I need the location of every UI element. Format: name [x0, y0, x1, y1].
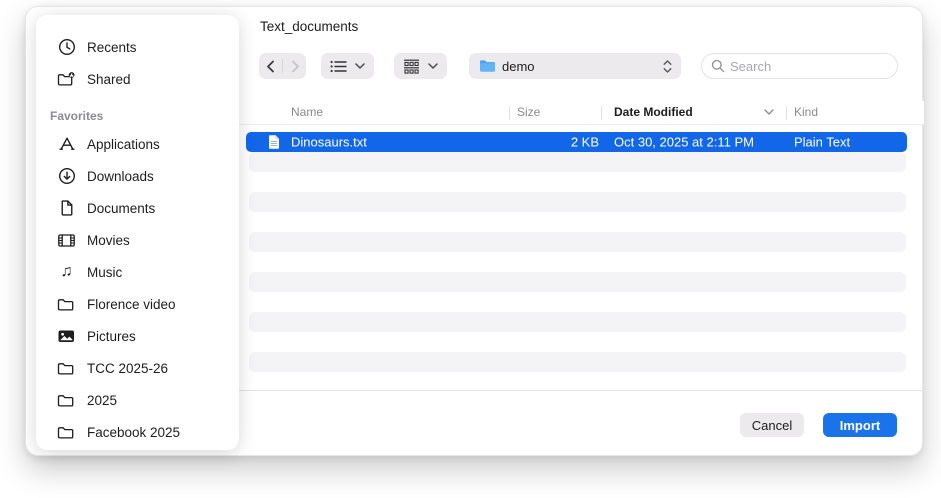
sidebar-item-florence-video[interactable]: Florence video: [36, 288, 239, 320]
table-row-empty: [249, 272, 906, 292]
sidebar-item-label: TCC 2025-26: [87, 360, 169, 376]
group-view-button[interactable]: [394, 53, 447, 79]
sidebar-item-2025[interactable]: 2025: [36, 384, 239, 416]
sidebar-item-applications[interactable]: Applications: [36, 128, 239, 160]
table-row-selected[interactable]: Dinosaurs.txt 2 KB Oct 30, 2025 at 2:11 …: [246, 132, 907, 152]
nav-divider: [282, 59, 283, 73]
file-kind: Plain Text: [794, 134, 851, 150]
table-row-empty: [249, 312, 906, 332]
document-icon: [57, 199, 76, 218]
sidebar-item-label: Florence video: [87, 296, 176, 312]
import-button[interactable]: Import: [823, 413, 897, 437]
file-size: 2 KB: [570, 134, 599, 150]
file-name: Dinosaurs.txt: [291, 134, 367, 150]
column-header-kind[interactable]: Kind: [794, 105, 818, 119]
cancel-button[interactable]: Cancel: [740, 413, 804, 437]
back-button[interactable]: [261, 53, 279, 79]
search-icon: [711, 59, 725, 73]
sidebar-item-pictures[interactable]: Pictures: [36, 320, 239, 352]
sidebar-item-downloads[interactable]: Downloads: [36, 160, 239, 192]
clock-icon: [57, 38, 76, 57]
sidebar: Recents Shared Favorites Applications Dow…: [36, 15, 239, 450]
sidebar-item-shared[interactable]: Shared: [36, 63, 239, 95]
up-down-chevron-icon: [663, 59, 672, 73]
sidebar-item-label: 2025: [87, 392, 118, 408]
column-header-size[interactable]: Size: [517, 105, 540, 119]
list-view-icon: [330, 60, 347, 73]
table-header: Name Size Date Modified Kind: [239, 101, 924, 125]
film-icon: [57, 231, 76, 250]
folder-icon: [479, 59, 496, 73]
dialog-title: Text_documents: [260, 19, 359, 34]
folder-icon: [57, 423, 76, 442]
sort-chevron-icon: [764, 109, 774, 115]
chevron-down-icon: [355, 63, 365, 69]
location-popup[interactable]: demo: [469, 53, 681, 79]
table-row-empty: [249, 192, 906, 212]
group-view-icon: [403, 59, 420, 74]
file-import-dialog: Recents Shared Favorites Applications Dow…: [25, 6, 924, 456]
column-divider[interactable]: [786, 106, 787, 120]
sidebar-item-label: Recents: [87, 39, 137, 55]
music-note-icon: ♫: [60, 263, 73, 280]
photo-icon: [57, 327, 76, 346]
search-placeholder: Search: [730, 58, 772, 74]
table-row-empty: [249, 152, 906, 172]
sidebar-item-facebook-2025[interactable]: Facebook 2025: [36, 416, 239, 448]
nav-button-group: [259, 53, 306, 79]
sidebar-item-label: Shared: [87, 71, 131, 87]
column-header-name[interactable]: Name: [291, 105, 323, 119]
sidebar-item-tcc-2025-26[interactable]: TCC 2025-26: [36, 352, 239, 384]
sidebar-item-music[interactable]: ♫ Music: [36, 256, 239, 288]
folder-icon: [57, 391, 76, 410]
sidebar-item-label: Downloads: [87, 168, 154, 184]
list-view-button[interactable]: [321, 53, 374, 79]
search-input[interactable]: Search: [701, 53, 898, 79]
sidebar-section-favorites: Favorites: [50, 109, 104, 123]
sidebar-item-label: Facebook 2025: [87, 424, 181, 440]
sidebar-item-label: Movies: [87, 232, 130, 248]
sidebar-item-documents[interactable]: Documents: [36, 192, 239, 224]
download-circle-icon: [57, 167, 76, 186]
chevron-down-icon: [428, 63, 438, 69]
folder-icon: [57, 359, 76, 378]
app-store-icon: [57, 135, 76, 154]
location-label: demo: [502, 58, 535, 74]
sidebar-item-recents[interactable]: Recents: [36, 31, 239, 63]
sidebar-item-label: Applications: [87, 136, 160, 152]
sidebar-item-label: Pictures: [87, 328, 136, 344]
sidebar-item-label: Music: [87, 264, 123, 280]
table-row-empty: [249, 352, 906, 372]
file-date-modified: Oct 30, 2025 at 2:11 PM: [614, 134, 754, 150]
shared-folder-icon: [57, 70, 76, 89]
forward-button[interactable]: [286, 53, 304, 79]
table-row-empty: [249, 232, 906, 252]
column-divider[interactable]: [601, 106, 602, 120]
column-divider[interactable]: [509, 106, 510, 120]
sidebar-item-label: Documents: [87, 200, 156, 216]
folder-icon: [57, 295, 76, 314]
column-header-date-modified[interactable]: Date Modified: [614, 105, 693, 119]
sidebar-item-movies[interactable]: Movies: [36, 224, 239, 256]
text-file-icon: [268, 135, 280, 150]
footer-divider: [239, 390, 924, 391]
